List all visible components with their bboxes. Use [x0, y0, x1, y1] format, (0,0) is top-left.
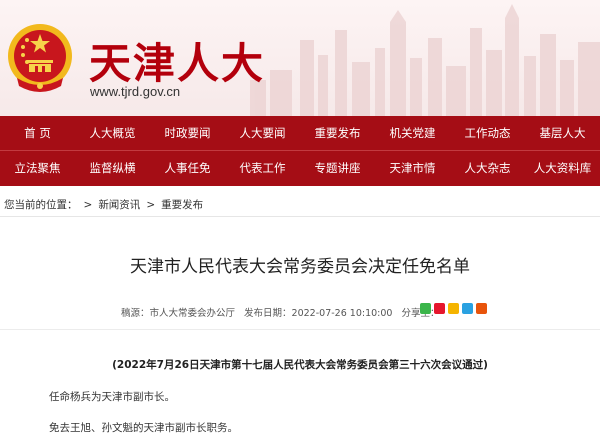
- nav-item-appointments[interactable]: 人事任免: [150, 151, 225, 186]
- article-paragraph: 免去王旭、孙文魁的天津市副市长职务。: [49, 422, 238, 434]
- breadcrumb-news[interactable]: 新闻资讯: [98, 199, 140, 211]
- nav-row-secondary: 立法聚焦 监督纵横 人事任免 代表工作 专题讲座 天津市情 人大杂志 人大资料库: [0, 151, 600, 186]
- site-url[interactable]: www.tjrd.gov.cn: [90, 84, 180, 99]
- national-emblem-icon: [8, 24, 72, 92]
- breadcrumb-announcements[interactable]: 重要发布: [161, 199, 203, 211]
- nav-item-home[interactable]: 首 页: [0, 116, 75, 150]
- nav-item-lectures[interactable]: 专题讲座: [300, 151, 375, 186]
- site-header: 天津人大 www.tjrd.gov.cn: [0, 0, 600, 116]
- article-paragraph: 任命杨兵为天津市副市长。: [49, 391, 175, 403]
- breadcrumb-prefix: 您当前的位置：: [4, 199, 78, 211]
- nav-item-supervision[interactable]: 监督纵横: [75, 151, 150, 186]
- nav-row-primary: 首 页 人大概览 时政要闻 人大要闻 重要发布 机关党建 工作动态 基层人大: [0, 116, 600, 151]
- weibo-icon[interactable]: [434, 303, 445, 314]
- qzone-icon[interactable]: [448, 303, 459, 314]
- site-title[interactable]: 天津人大: [89, 30, 265, 91]
- wechat-icon[interactable]: [420, 303, 431, 314]
- article-source: 稿源：市人大常委会办公厅: [121, 308, 236, 319]
- breadcrumb: 您当前的位置： > 新闻资讯 > 重要发布: [4, 197, 203, 212]
- divider: [0, 216, 600, 217]
- article-meta: 稿源：市人大常委会办公厅 发布日期：2022-07-26 10:10:00 分享…: [121, 305, 446, 319]
- divider: [0, 329, 600, 330]
- nav-item-magazine[interactable]: 人大杂志: [450, 151, 525, 186]
- nav-item-legislation[interactable]: 立法聚焦: [0, 151, 75, 186]
- breadcrumb-separator: >: [146, 199, 156, 211]
- nav-item-work-updates[interactable]: 工作动态: [450, 116, 525, 150]
- share-icons: [420, 303, 487, 314]
- article-title: 天津市人民代表大会常务委员会决定任免名单: [130, 257, 470, 277]
- tencent-weibo-icon[interactable]: [462, 303, 473, 314]
- session-note: (2022年7月26日天津市第十七届人民代表大会常务委员会第三十六次会议通过): [112, 359, 488, 371]
- nav-item-archive[interactable]: 人大资料库: [525, 151, 600, 186]
- nav-item-city-info[interactable]: 天津市情: [375, 151, 450, 186]
- nav-item-local-congress[interactable]: 基层人大: [525, 116, 600, 150]
- breadcrumb-separator: >: [83, 199, 93, 211]
- article-date: 发布日期：2022-07-26 10:10:00: [244, 308, 393, 319]
- nav-item-congress-news[interactable]: 人大要闻: [225, 116, 300, 150]
- nav-item-deputy-work[interactable]: 代表工作: [225, 151, 300, 186]
- nav-item-party-building[interactable]: 机关党建: [375, 116, 450, 150]
- nav-item-announcements[interactable]: 重要发布: [300, 116, 375, 150]
- renren-icon[interactable]: [476, 303, 487, 314]
- nav-item-politics-news[interactable]: 时政要闻: [150, 116, 225, 150]
- nav-item-overview[interactable]: 人大概览: [75, 116, 150, 150]
- main-navigation: 首 页 人大概览 时政要闻 人大要闻 重要发布 机关党建 工作动态 基层人大 立…: [0, 116, 600, 186]
